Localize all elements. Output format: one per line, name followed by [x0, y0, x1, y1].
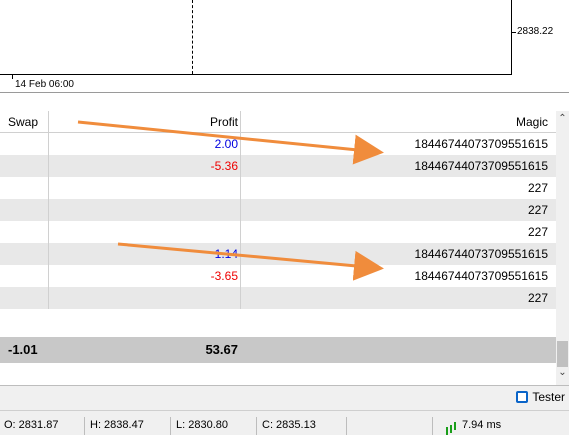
cell-divider	[240, 199, 241, 221]
table-total-row: -1.01 53.67	[0, 337, 556, 363]
table-row[interactable]: -5.36 18446744073709551615	[0, 155, 556, 177]
total-profit: 53.67	[205, 342, 238, 357]
column-header-magic[interactable]: Magic	[516, 115, 548, 129]
table-row[interactable]: 227	[0, 221, 556, 243]
cell-profit: -3.65	[210, 269, 238, 283]
connection-signal-icon	[446, 427, 448, 435]
cell-magic: 18446744073709551615	[414, 137, 548, 151]
cell-profit: 2.00	[214, 137, 238, 151]
time-axis-tick	[12, 75, 13, 79]
price-chart[interactable]: 2838.22 14 Feb 06:00	[0, 0, 569, 93]
cell-magic: 227	[527, 225, 548, 239]
tab-tester-label: Tester	[532, 390, 565, 404]
cell-magic: 227	[527, 291, 548, 305]
status-low: L: 2830.80	[176, 419, 228, 431]
status-divider	[346, 417, 347, 435]
status-divider	[432, 417, 433, 435]
cell-magic: 18446744073709551615	[414, 159, 548, 173]
cell-divider	[48, 265, 49, 287]
tester-chip-icon	[516, 391, 529, 403]
column-divider[interactable]	[48, 111, 49, 133]
cell-divider	[240, 177, 241, 199]
status-bar: O: 2831.87 H: 2838.47 L: 2830.80 C: 2835…	[0, 410, 569, 435]
cell-divider	[48, 155, 49, 177]
column-divider[interactable]	[240, 111, 241, 133]
column-header-profit[interactable]: Profit	[210, 115, 238, 129]
status-high: H: 2838.47	[90, 419, 144, 431]
cell-magic: 227	[527, 181, 548, 195]
scroll-up-arrow-icon[interactable]: ⌃	[556, 113, 569, 127]
cell-profit: -5.36	[210, 159, 238, 173]
cell-divider	[240, 265, 241, 287]
cell-magic: 18446744073709551615	[414, 247, 548, 261]
tab-tester[interactable]: Tester	[516, 390, 565, 404]
toolbox-tab-bar: Tester	[0, 385, 569, 410]
cell-magic: 18446744073709551615	[414, 269, 548, 283]
status-close: C: 2835.13	[262, 419, 316, 431]
table-row[interactable]: 2.00 18446744073709551615	[0, 133, 556, 155]
table-row[interactable]: 227	[0, 287, 556, 309]
cell-magic: 227	[527, 203, 548, 217]
table-row[interactable]: 227	[0, 177, 556, 199]
status-open: O: 2831.87	[4, 419, 59, 431]
table-row[interactable]: 227	[0, 199, 556, 221]
status-divider	[256, 417, 257, 435]
cell-divider	[240, 133, 241, 155]
table-header: Swap Profit Magic	[0, 111, 556, 133]
cell-divider	[240, 155, 241, 177]
cell-profit: 1.14	[214, 247, 238, 261]
status-divider	[170, 417, 171, 435]
period-separator-line	[192, 0, 193, 74]
status-ping: 7.94 ms	[462, 419, 502, 431]
history-table: Swap Profit Magic 2.00 184467440737095516…	[0, 111, 556, 365]
terminal-window: 2838.22 14 Feb 06:00 Swap Profit Magic 2…	[0, 0, 569, 435]
cell-divider	[48, 133, 49, 155]
cell-divider	[48, 287, 49, 309]
column-header-swap[interactable]: Swap	[8, 115, 38, 129]
table-row[interactable]: -3.65 18446744073709551615	[0, 265, 556, 287]
cell-divider	[240, 243, 241, 265]
price-axis-tick	[512, 32, 516, 33]
status-divider	[84, 417, 85, 435]
cell-divider	[240, 221, 241, 243]
chart-divider	[0, 92, 569, 93]
total-swap: -1.01	[8, 342, 38, 357]
table-scrollbar[interactable]: ⌃ ⌄	[556, 111, 569, 385]
table-row[interactable]: 1.14 18446744073709551615	[0, 243, 556, 265]
time-axis-label: 14 Feb 06:00	[15, 79, 74, 90]
cell-divider	[240, 287, 241, 309]
scrollbar-thumb[interactable]	[557, 341, 568, 367]
cell-divider	[48, 199, 49, 221]
cell-divider	[48, 221, 49, 243]
price-axis-label: 2838.22	[517, 26, 554, 37]
scroll-down-arrow-icon[interactable]: ⌄	[556, 367, 569, 381]
cell-divider	[48, 177, 49, 199]
cell-divider	[48, 243, 49, 265]
chart-plot-area[interactable]	[0, 0, 512, 75]
